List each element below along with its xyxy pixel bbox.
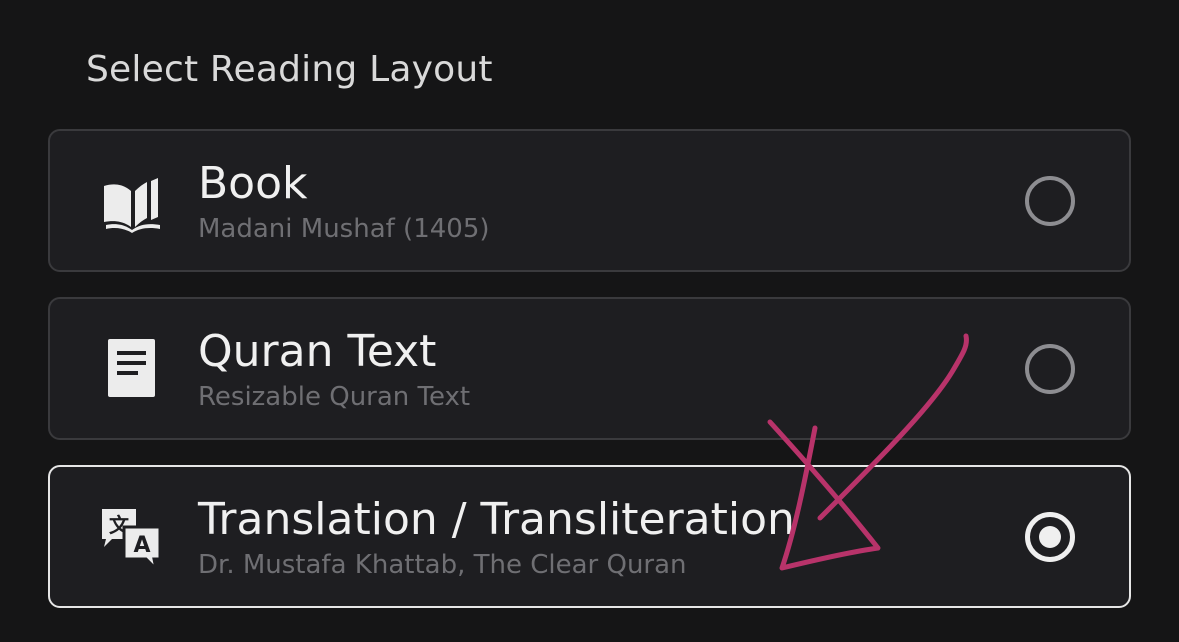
option-subtitle: Resizable Quran Text [198,382,471,412]
document-icon [100,337,164,401]
translate-icon: 文 A [100,505,164,574]
svg-text:A: A [133,533,150,558]
layout-option-book[interactable]: Book Madani Mushaf (1405) [48,129,1131,272]
layout-option-translation[interactable]: 文 A Translation / Transliteration Dr. Mu… [48,465,1131,608]
layout-option-quran-text[interactable]: Quran Text Resizable Quran Text [48,297,1131,440]
page-title: Select Reading Layout [86,49,493,90]
option-label: Quran Text [198,326,437,377]
option-label: Book [198,158,308,209]
option-subtitle: Madani Mushaf (1405) [198,214,490,244]
book-icon [100,169,164,233]
option-label: Translation / Transliteration [198,494,795,545]
radio-button-book[interactable] [1025,175,1075,226]
radio-selected-dot [1039,525,1061,548]
radio-button-quran-text[interactable] [1025,343,1075,394]
radio-button-translation[interactable] [1025,511,1075,562]
option-subtitle: Dr. Mustafa Khattab, The Clear Quran [198,550,687,580]
